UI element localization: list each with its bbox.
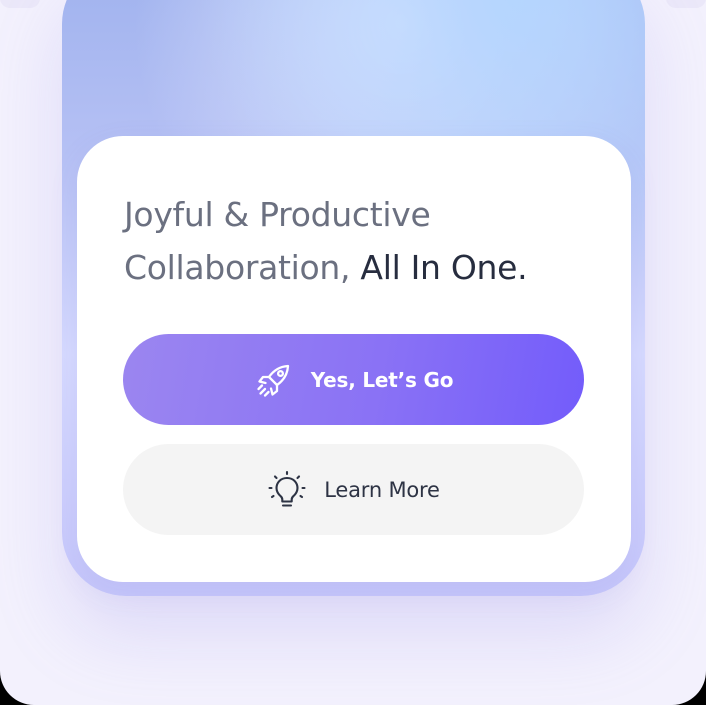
welcome-card: Joyful & Productive Collaboration, All In… bbox=[77, 136, 631, 582]
learn-more-label: Learn More bbox=[324, 477, 440, 502]
headline-line-1: Joyful & Productive bbox=[124, 195, 431, 234]
corner-decoration-right bbox=[666, 0, 706, 8]
lightbulb-icon bbox=[267, 470, 307, 510]
corner-decoration-left bbox=[0, 0, 40, 8]
app-canvas: Joyful & Productive Collaboration, All In… bbox=[0, 0, 706, 705]
headline-emphasis: All In One. bbox=[360, 248, 528, 287]
rocket-icon bbox=[254, 360, 294, 400]
learn-more-button[interactable]: Learn More bbox=[123, 444, 584, 535]
lets-go-label: Yes, Let’s Go bbox=[310, 367, 454, 392]
headline-line-2: Collaboration, bbox=[124, 248, 361, 287]
headline: Joyful & Productive Collaboration, All In… bbox=[124, 188, 604, 294]
lets-go-button[interactable]: Yes, Let’s Go bbox=[123, 334, 584, 425]
